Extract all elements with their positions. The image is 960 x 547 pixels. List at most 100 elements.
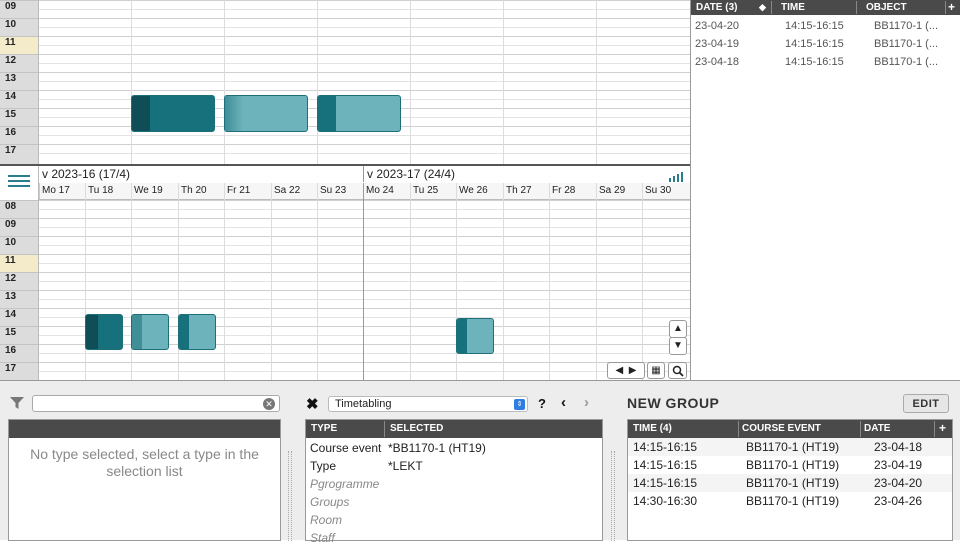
selection-row[interactable]: Groups	[306, 493, 602, 511]
cell-date: 23-04-20	[874, 476, 923, 490]
day-divider	[224, 0, 225, 164]
cell-time: 14:15-16:15	[633, 476, 698, 490]
grid-line	[39, 353, 690, 354]
grid-line	[39, 27, 690, 28]
view-dropdown[interactable]: Timetabling ⇕	[328, 396, 528, 412]
divider	[611, 451, 615, 541]
column-header-time[interactable]: TIME	[781, 2, 805, 13]
close-icon[interactable]: ✖	[306, 395, 319, 413]
calendar-icon[interactable]: ▦	[647, 362, 665, 379]
table-row[interactable]: 14:30-16:30 BB1170-1 (HT19) 23-04-26	[628, 492, 952, 510]
top-calendar[interactable]: 09 10 11 12 13 14 15 16 17	[0, 0, 690, 164]
selection-row[interactable]: Course event *BB1170-1 (HT19)	[306, 439, 602, 457]
column-header-course-event[interactable]: COURSE EVENT	[742, 423, 821, 434]
table-row[interactable]: 14:15-16:15 BB1170-1 (HT19) 23-04-18	[628, 438, 952, 456]
selection-row[interactable]: Pgrogramme	[306, 475, 602, 493]
filter-icon[interactable]	[10, 396, 24, 415]
day-header[interactable]: Th 27	[503, 183, 549, 199]
grid-line	[39, 245, 690, 246]
scroll-up-button[interactable]: ▲	[669, 320, 687, 338]
cell-course-event: BB1170-1 (HT19)	[746, 440, 840, 454]
day-divider	[596, 183, 597, 380]
table-row[interactable]: 14:15-16:15 BB1170-1 (HT19) 23-04-19	[628, 456, 952, 474]
sort-icon[interactable]: ◆	[759, 2, 766, 13]
filter-search-input[interactable]: ✕	[32, 395, 280, 412]
grid-line	[39, 299, 690, 300]
list-item-date: 23-04-18	[695, 56, 740, 68]
day-header[interactable]: Tu 18	[85, 183, 131, 199]
column-header-type[interactable]: TYPE	[311, 423, 337, 434]
day-header[interactable]: Mo 24	[363, 183, 410, 199]
cell-course-event: BB1170-1 (HT19)	[746, 494, 840, 508]
clear-search-icon[interactable]: ✕	[263, 398, 275, 410]
column-header-date[interactable]: DATE	[864, 423, 890, 434]
day-header[interactable]: Su 30	[642, 183, 690, 199]
edit-button[interactable]: EDIT	[903, 394, 949, 413]
day-header[interactable]: Mo 17	[39, 183, 85, 199]
column-header-date[interactable]: DATE (3)	[696, 2, 737, 13]
group-panel: TIME (4) COURSE EVENT DATE + 14:15-16:15…	[627, 419, 953, 541]
add-column-icon[interactable]: +	[939, 421, 946, 435]
type-list-panel: No type selected, select a type in the s…	[8, 419, 281, 541]
forward-icon[interactable]: ›	[584, 394, 589, 411]
selection-row[interactable]: Staff	[306, 529, 602, 547]
selection-row[interactable]: Room	[306, 511, 602, 529]
day-divider	[503, 0, 504, 164]
day-header[interactable]: Fr 21	[224, 183, 271, 199]
add-column-icon[interactable]: +	[948, 0, 955, 14]
column-header-selected[interactable]: SELECTED	[390, 423, 443, 434]
type-list-header	[9, 420, 280, 438]
list-item[interactable]: 23-04-18 14:15-16:15 BB1170-1 (...	[691, 53, 960, 71]
cell-course-event: BB1170-1 (HT19)	[746, 458, 840, 472]
grid-line	[39, 371, 690, 372]
search-icon[interactable]	[668, 362, 687, 379]
day-header[interactable]: Su 23	[317, 183, 363, 199]
list-item[interactable]: 23-04-19 14:15-16:15 BB1170-1 (...	[691, 35, 960, 53]
hour-label: 10	[0, 236, 38, 254]
column-header-time[interactable]: TIME (4)	[633, 423, 672, 434]
day-header[interactable]: Sa 29	[596, 183, 642, 199]
day-header[interactable]: We 26	[456, 183, 503, 199]
day-divider	[410, 0, 411, 164]
calendar-event[interactable]	[178, 314, 216, 350]
prev-next-buttons[interactable]: ◀ ▶	[607, 362, 645, 379]
scroll-down-button[interactable]: ▼	[669, 337, 687, 355]
calendar-event[interactable]	[317, 95, 401, 132]
column-header-object[interactable]: OBJECT	[866, 2, 907, 13]
selection-type: Type	[310, 459, 337, 473]
cell-date: 23-04-18	[874, 440, 923, 454]
calendar-event[interactable]	[131, 314, 169, 350]
calendar-event[interactable]	[131, 95, 215, 132]
selection-type: Staff	[310, 531, 335, 545]
menu-icon[interactable]	[8, 172, 30, 192]
grid-line	[39, 135, 690, 136]
grid-line	[39, 18, 690, 19]
table-row[interactable]: 14:15-16:15 BB1170-1 (HT19) 23-04-20	[628, 474, 952, 492]
empty-type-message: No type selected, select a type in the s…	[30, 446, 259, 479]
help-icon[interactable]: ?	[538, 396, 546, 411]
grid-line	[39, 263, 690, 264]
list-item[interactable]: 23-04-20 14:15-16:15 BB1170-1 (...	[691, 17, 960, 35]
selection-header: TYPE SELECTED	[306, 420, 602, 438]
day-header[interactable]: Sa 22	[271, 183, 317, 199]
day-header[interactable]: Tu 25	[410, 183, 456, 199]
day-header[interactable]: We 19	[131, 183, 178, 199]
day-header[interactable]: Th 20	[178, 183, 224, 199]
hour-label: 08	[0, 200, 38, 218]
hour-label: 12	[0, 54, 38, 72]
day-header[interactable]: Fr 28	[549, 183, 596, 199]
grid-line	[39, 227, 690, 228]
selection-row[interactable]: Type *LEKT	[306, 457, 602, 475]
grid-line	[39, 81, 690, 82]
event-stripe	[318, 96, 336, 131]
calendar-event[interactable]	[85, 314, 123, 350]
back-icon[interactable]: ‹	[561, 394, 566, 411]
cell-time: 14:15-16:15	[633, 440, 698, 454]
bottom-calendar[interactable]: v 2023-16 (17/4) v 2023-17 (24/4) Mo 17 T…	[0, 164, 690, 380]
calendar-event[interactable]	[224, 95, 308, 132]
calendar-event[interactable]	[456, 318, 494, 354]
grid-line	[39, 254, 690, 255]
group-rows: 14:15-16:15 BB1170-1 (HT19) 23-04-18 14:15-…	[628, 438, 952, 510]
event-stripe	[457, 319, 467, 353]
event-stripe	[179, 315, 189, 349]
